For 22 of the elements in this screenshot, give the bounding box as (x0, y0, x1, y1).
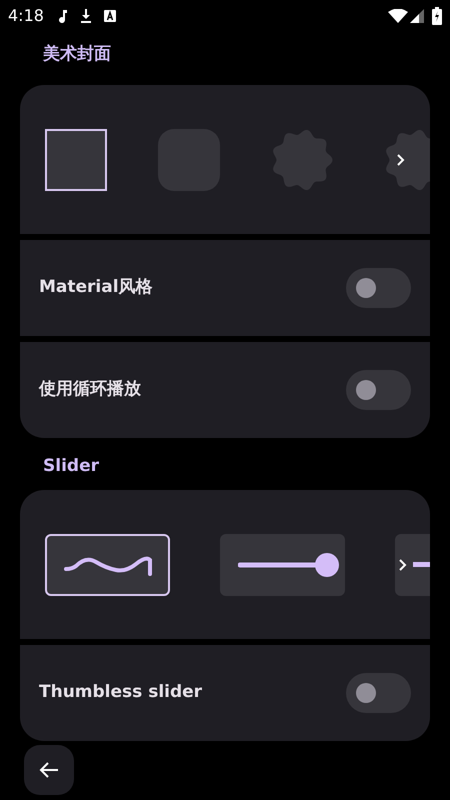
toggle-switch[interactable] (346, 268, 411, 308)
slider-option[interactable] (220, 534, 345, 596)
back-button[interactable] (24, 745, 74, 795)
status-time: 4:18 (8, 5, 44, 27)
wifi-icon (388, 9, 408, 23)
back-arrow-icon (39, 761, 59, 779)
setting-label: Material风格 (39, 276, 153, 300)
a-box-icon (104, 10, 116, 22)
download-icon (80, 9, 92, 23)
battery-icon (432, 7, 442, 25)
chevron-right-icon[interactable] (397, 558, 407, 572)
section-title: Slider (43, 455, 100, 478)
toggle-switch[interactable] (346, 673, 411, 713)
chevron-right-icon[interactable] (395, 152, 405, 166)
signal-icon (410, 9, 424, 23)
setting-label: Thumbless slider (39, 681, 202, 704)
section-title: 美术封面 (43, 43, 112, 66)
slider-option[interactable] (45, 534, 170, 596)
setting-label: 使用循环播放 (39, 378, 141, 402)
shape-option[interactable] (45, 128, 107, 190)
music-note-icon (58, 9, 68, 23)
toggle-switch[interactable] (346, 370, 411, 410)
